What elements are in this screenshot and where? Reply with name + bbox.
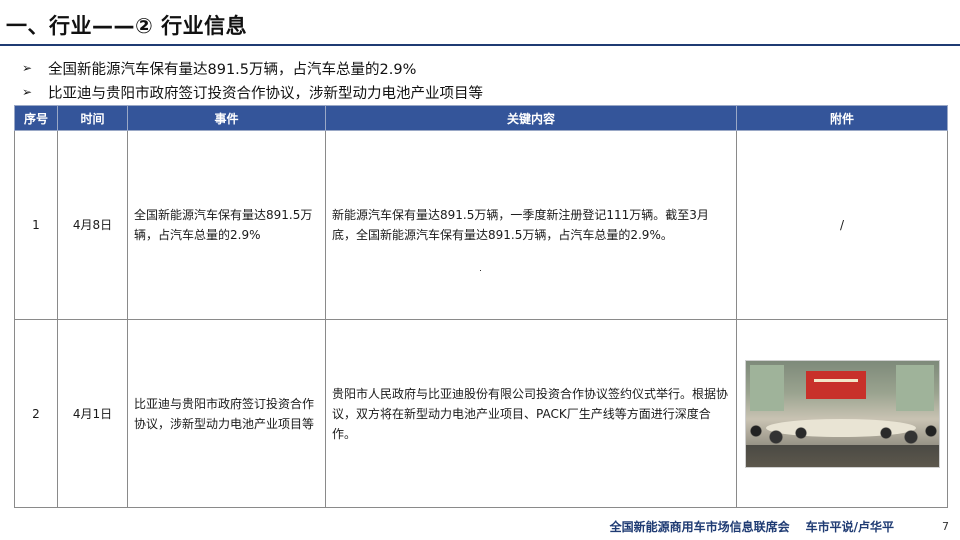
bullet-list: ➢ 全国新能源汽车保有量达891.5万辆，占汽车总量的2.9% ➢ 比亚迪与贵阳… — [22, 56, 483, 104]
page-title: 一、行业——② 行业信息 — [6, 14, 248, 38]
cell-event: 比亚迪与贵阳市政府签订投资合作协议，涉新型动力电池产业项目等 — [127, 319, 326, 508]
bullet-item: ➢ 比亚迪与贵阳市政府签订投资合作协议，涉新型动力电池产业项目等 — [22, 80, 483, 104]
footer-credit: 全国新能源商用车市场信息联席会 车市平说/卢华平 — [610, 518, 894, 535]
header-attachment: 附件 — [736, 105, 948, 131]
title-divider — [0, 44, 960, 46]
cell-attachment: / — [736, 130, 948, 320]
bullet-item: ➢ 全国新能源汽车保有量达891.5万辆，占汽车总量的2.9% — [22, 56, 483, 80]
table-row: 1 4月8日 全国新能源汽车保有量达891.5万辆，占汽车总量的2.9% 新能源… — [14, 130, 948, 320]
bullet-text: 全国新能源汽车保有量达891.5万辆，占汽车总量的2.9% — [48, 61, 417, 78]
page-number: 7 — [942, 520, 949, 533]
cell-event: 全国新能源汽车保有量达891.5万辆，占汽车总量的2.9% — [127, 130, 326, 320]
cell-content: 新能源汽车保有量达891.5万辆，一季度新注册登记111万辆。截至3月底，全国新… — [325, 130, 737, 320]
footer-author: 车市平说/卢华平 — [805, 520, 894, 534]
arrow-bullet-icon: ➢ — [22, 61, 33, 75]
header-content: 关键内容 — [325, 105, 737, 131]
stray-dot — [480, 270, 481, 271]
cell-date: 4月8日 — [57, 130, 128, 320]
signing-ceremony-photo — [744, 359, 940, 468]
arrow-bullet-icon: ➢ — [22, 85, 33, 99]
cell-no: 1 — [14, 130, 58, 320]
cell-date: 4月1日 — [57, 319, 128, 508]
footer-org: 全国新能源商用车市场信息联席会 — [609, 520, 790, 534]
table-header-row: 序号 时间 事件 关键内容 附件 — [14, 105, 948, 131]
table-row: 2 4月1日 比亚迪与贵阳市政府签订投资合作协议，涉新型动力电池产业项目等 贵阳… — [14, 319, 948, 508]
header-event: 事件 — [127, 105, 326, 131]
industry-info-table: 序号 时间 事件 关键内容 附件 1 4月8日 全国新能源汽车保有量达891.5… — [14, 105, 948, 508]
cell-no: 2 — [14, 319, 58, 508]
header-no: 序号 — [14, 105, 58, 131]
bullet-text: 比亚迪与贵阳市政府签订投资合作协议，涉新型动力电池产业项目等 — [48, 85, 483, 102]
cell-content: 贵阳市人民政府与比亚迪股份有限公司投资合作协议签约仪式举行。根据协议，双方将在新… — [325, 319, 737, 508]
header-date: 时间 — [57, 105, 128, 131]
cell-attachment — [736, 319, 948, 508]
